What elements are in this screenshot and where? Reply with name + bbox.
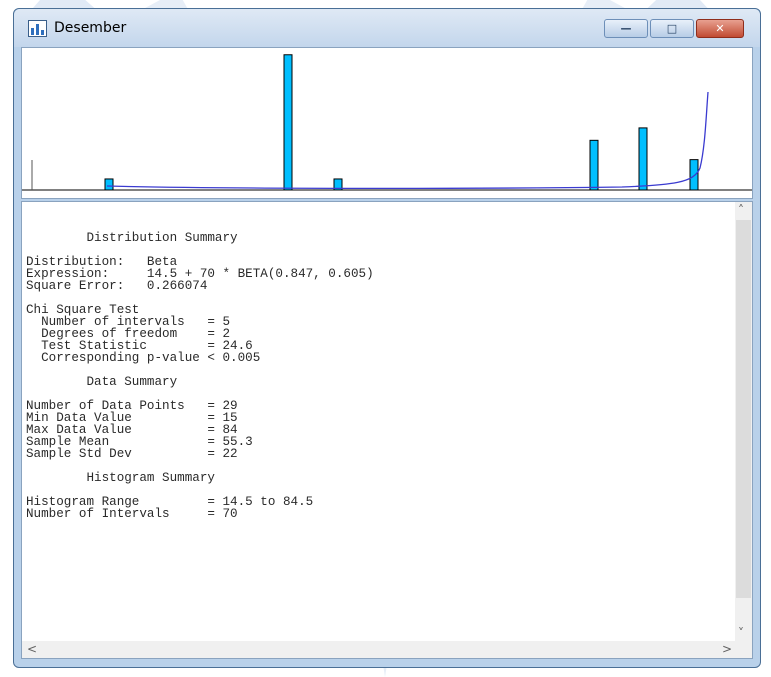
horizontal-scrollbar[interactable]: < > [22,641,737,658]
scroll-left-icon[interactable]: < [27,642,37,656]
histogram-bar-5 [638,127,648,191]
scroll-down-icon[interactable]: ˅ [738,626,744,640]
close-icon: ✕ [715,22,725,35]
histogram-bar-1 [104,178,114,191]
title-bar[interactable]: Desember — □ ✕ [14,9,760,47]
summary-report-panel: Distribution Summary Distribution: Beta … [21,201,753,659]
vertical-scrollbar[interactable]: ˄ ˅ [735,202,752,643]
histogram-panel [21,47,753,199]
scroll-right-icon[interactable]: > [722,642,732,656]
histogram-bar-6 [689,159,699,191]
desember-window: Desember — □ ✕ Distribution Summary Dist… [13,8,761,668]
close-button[interactable]: ✕ [696,19,744,38]
histogram-bar-4 [589,139,599,191]
scroll-up-icon[interactable]: ˄ [738,203,744,217]
minimize-button[interactable]: — [604,19,648,38]
maximize-button[interactable]: □ [650,19,694,38]
histogram-bar-2 [283,54,293,191]
app-icon [28,20,47,37]
histogram-plot [22,54,752,191]
minimize-icon: — [620,22,632,35]
vertical-scroll-thumb[interactable] [736,220,751,598]
summary-text: Distribution Summary Distribution: Beta … [26,231,374,521]
report-text-area: Distribution Summary Distribution: Beta … [22,202,737,643]
fitted-distribution-curve [106,91,709,190]
maximize-icon: □ [666,22,678,35]
window-title: Desember [54,20,127,36]
resize-grip[interactable] [735,641,752,658]
